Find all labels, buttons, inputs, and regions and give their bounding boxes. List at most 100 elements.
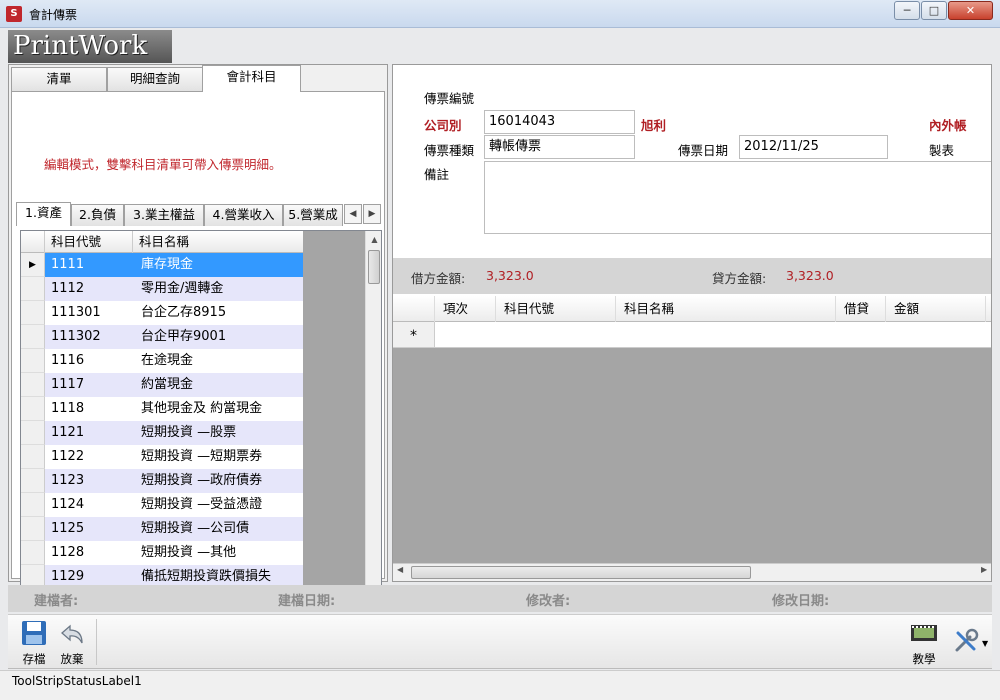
- discard-button[interactable]: 放棄: [54, 617, 90, 667]
- row-selector[interactable]: [21, 469, 45, 493]
- col-header-code[interactable]: 科目代號: [45, 231, 133, 253]
- status-label: ToolStripStatusLabel1: [12, 674, 142, 688]
- record-info-bar: 建檔者: 建檔日期: 修改者: 修改日期:: [8, 585, 992, 612]
- app-logo-icon: S: [6, 6, 22, 22]
- account-code: 1122: [51, 449, 85, 464]
- account-name: 短期投資 —股票: [141, 425, 237, 440]
- col-header-amount[interactable]: 金額: [886, 296, 986, 322]
- col-header-item[interactable]: 項次: [435, 296, 496, 322]
- row-selector[interactable]: [21, 277, 45, 301]
- tutorial-button[interactable]: 教學: [906, 617, 942, 667]
- company-code-field[interactable]: 16014043: [484, 110, 635, 134]
- toolbar-separator: [96, 619, 97, 665]
- subtab-revenue[interactable]: 4.營業收入: [204, 204, 283, 226]
- account-code: 1125: [51, 521, 85, 536]
- row-selector[interactable]: [21, 373, 45, 397]
- account-name: 零用金/週轉金: [141, 281, 224, 296]
- account-name: 短期投資 —其他: [141, 545, 237, 560]
- created-date-label: 建檔日期:: [278, 594, 336, 609]
- account-code: 1128: [51, 545, 85, 560]
- discard-label: 放棄: [60, 652, 84, 666]
- table-row[interactable]: 1117 約當現金: [21, 373, 303, 397]
- row-selector[interactable]: [21, 541, 45, 565]
- col-header-subject-code[interactable]: 科目代號: [496, 296, 616, 322]
- row-selector[interactable]: [21, 301, 45, 325]
- table-row[interactable]: 1122 短期投資 —短期票券: [21, 445, 303, 469]
- tab-detail-query[interactable]: 明細查詢: [107, 67, 203, 91]
- scroll-left-icon[interactable]: ◀: [397, 565, 403, 574]
- tools-icon: [955, 628, 979, 652]
- table-row[interactable]: 1121 短期投資 —股票: [21, 421, 303, 445]
- voucher-panel: 傳票編號 公司別 16014043 旭利 內外帳 傳票種類 轉帳傳票 傳票日期 …: [392, 64, 992, 582]
- table-row[interactable]: 1125 短期投資 —公司債: [21, 517, 303, 541]
- detail-row-header-corner: [393, 296, 435, 322]
- account-name: 庫存現金: [141, 257, 194, 272]
- row-selector[interactable]: [21, 421, 45, 445]
- horizontal-scroll-thumb[interactable]: [411, 566, 751, 579]
- maximize-button[interactable]: □: [921, 1, 947, 20]
- row-selector[interactable]: [21, 517, 45, 541]
- account-code: 1123: [51, 473, 85, 488]
- title-bar: S 會計傳票 ─ □ ✕: [0, 0, 1000, 28]
- row-selector[interactable]: [21, 445, 45, 469]
- subtab-equity[interactable]: 3.業主權益: [124, 204, 204, 226]
- account-code: 1118: [51, 401, 85, 416]
- subtab-cost[interactable]: 5.營業成: [283, 204, 343, 226]
- table-row[interactable]: 1118 其他現金及 約當現金: [21, 397, 303, 421]
- account-code: 1116: [51, 353, 85, 368]
- account-name: 短期投資 —受益憑證: [141, 497, 263, 512]
- account-name: 短期投資 —短期票券: [141, 449, 263, 464]
- save-button[interactable]: 存檔: [16, 617, 52, 667]
- account-code: 1111: [51, 257, 85, 272]
- tutorial-label: 教學: [912, 652, 936, 666]
- account-name: 台企乙存8915: [141, 305, 227, 320]
- table-row[interactable]: 111301 台企乙存8915: [21, 301, 303, 325]
- row-selector[interactable]: [21, 397, 45, 421]
- voucher-date-label: 傳票日期: [678, 143, 729, 158]
- table-row[interactable]: 1123 短期投資 —政府債券: [21, 469, 303, 493]
- voucher-date-field[interactable]: 2012/11/25: [739, 135, 888, 159]
- table-row[interactable]: 1112 零用金/週轉金: [21, 277, 303, 301]
- close-button[interactable]: ✕: [948, 1, 993, 20]
- col-header-subject-name[interactable]: 科目名稱: [616, 296, 836, 322]
- debit-amount: 3,323.0: [486, 268, 534, 283]
- row-selector-current[interactable]: ▶: [21, 253, 45, 277]
- debit-label: 借方金額:: [411, 271, 466, 286]
- tab-list[interactable]: 清單: [11, 67, 107, 91]
- table-row[interactable]: 1116 在途現金: [21, 349, 303, 373]
- scroll-up-icon[interactable]: ▲: [366, 231, 381, 248]
- detail-horizontal-scrollbar[interactable]: ◀ ▶: [393, 563, 991, 581]
- credit-amount: 3,323.0: [786, 268, 834, 283]
- scroll-right-icon[interactable]: ▶: [981, 565, 987, 574]
- tab-account-subjects[interactable]: 會計科目: [202, 65, 301, 92]
- save-icon: [22, 621, 46, 645]
- table-row[interactable]: 111302 台企甲存9001: [21, 325, 303, 349]
- col-header-name[interactable]: 科目名稱: [133, 231, 303, 253]
- subtab-scroll-left-icon[interactable]: ◀: [344, 204, 362, 224]
- table-row[interactable]: ▶ 1111 庫存現金: [21, 253, 303, 277]
- account-name: 短期投資 —政府債券: [141, 473, 263, 488]
- created-by-label: 建檔者:: [34, 594, 79, 609]
- voucher-type-field[interactable]: 轉帳傳票: [484, 135, 635, 159]
- memo-field[interactable]: [484, 161, 991, 234]
- table-row[interactable]: 1124 短期投資 —受益憑證: [21, 493, 303, 517]
- account-name: 其他現金及 約當現金: [141, 401, 263, 416]
- window-title: 會計傳票: [29, 8, 78, 22]
- tools-dropdown-button[interactable]: ▼: [946, 617, 988, 667]
- credit-label: 貸方金額:: [712, 271, 767, 286]
- row-selector[interactable]: [21, 349, 45, 373]
- row-selector[interactable]: [21, 325, 45, 349]
- grid-vertical-scrollbar[interactable]: ▲ ▼: [365, 231, 381, 601]
- scroll-thumb[interactable]: [368, 250, 380, 284]
- row-selector[interactable]: [21, 493, 45, 517]
- account-code: 1112: [51, 281, 85, 296]
- left-panel: 清單 明細查詢 會計科目 編輯模式，雙擊科目清單可帶入傳票明細。 1.資產 2.…: [8, 64, 388, 602]
- detail-new-row[interactable]: *: [393, 322, 991, 348]
- col-header-debit-credit[interactable]: 借貸: [836, 296, 886, 322]
- subtab-scroll-right-icon[interactable]: ▶: [363, 204, 381, 224]
- subtab-liabilities[interactable]: 2.負債: [71, 204, 124, 226]
- voucher-no-label: 傳票編號: [424, 91, 475, 106]
- minimize-button[interactable]: ─: [894, 1, 920, 20]
- subtab-assets[interactable]: 1.資產: [16, 202, 71, 226]
- table-row[interactable]: 1128 短期投資 —其他: [21, 541, 303, 565]
